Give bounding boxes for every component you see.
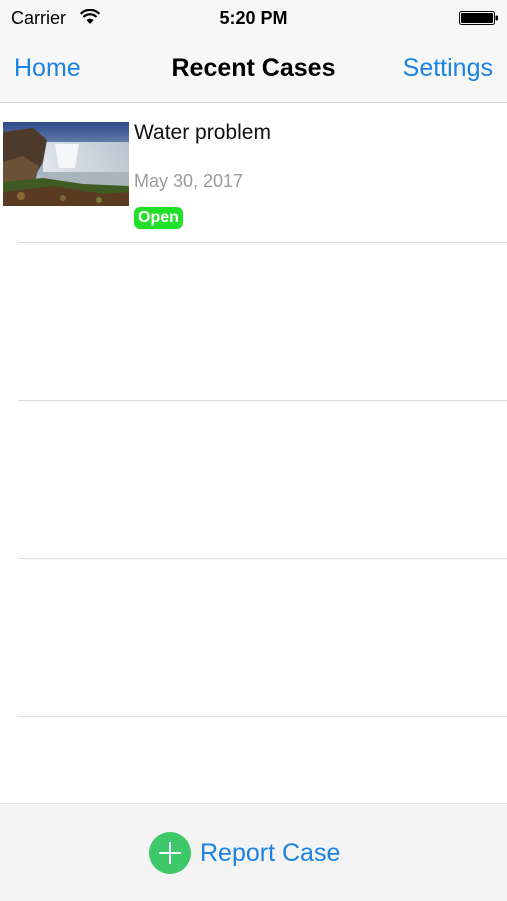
row-separator: [18, 558, 507, 559]
case-thumbnail: [3, 122, 129, 206]
case-date: May 30, 2017: [134, 171, 244, 191]
bottom-toolbar: Report Case: [0, 803, 507, 901]
report-case-label[interactable]: Report Case: [200, 839, 340, 868]
plus-circle-icon[interactable]: [149, 832, 191, 874]
clock: 5:20 PM: [219, 8, 288, 28]
row-separator: [18, 242, 507, 243]
case-row[interactable]: Water problem May 30, 2017 Open: [0, 103, 507, 243]
status-bar: Carrier 5:20 PM: [0, 0, 507, 38]
navigation-bar: Home Recent Cases Settings: [0, 38, 507, 103]
settings-button[interactable]: Settings: [403, 54, 493, 83]
row-separator: [18, 400, 507, 401]
row-separator: [18, 716, 507, 717]
case-list: Water problem May 30, 2017 Open: [0, 103, 507, 803]
battery-icon: [459, 11, 498, 25]
report-case-button[interactable]: Report Case: [149, 832, 340, 874]
status-badge: Open: [134, 207, 183, 229]
case-title: Water problem: [134, 121, 271, 144]
